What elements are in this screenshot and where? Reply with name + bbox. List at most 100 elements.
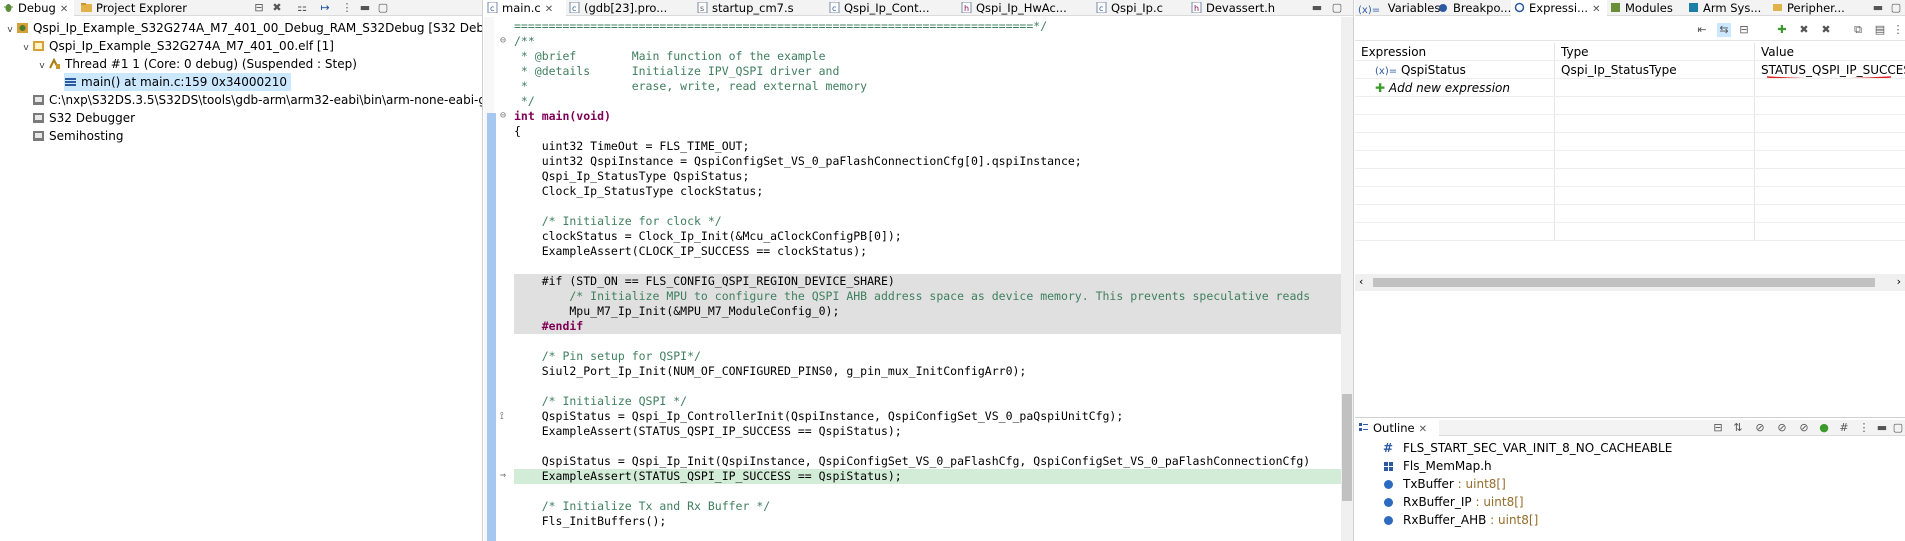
add-expression-cell[interactable]: ✚ Add new expression (1355, 79, 1555, 96)
collapse-all-icon[interactable]: ⊟ (1711, 421, 1725, 435)
tab-qspi-ip-hwac[interactable]: h Qspi_Ip_HwAc... (958, 0, 1093, 16)
c-file-icon: c (487, 2, 498, 13)
step-filters-icon[interactable]: ⚏ (295, 1, 309, 15)
table-row-add[interactable]: ✚ Add new expression (1355, 79, 1905, 97)
hide-static-icon[interactable]: ⊘ (1775, 421, 1789, 435)
remove-icon[interactable]: ✖ (1797, 23, 1811, 37)
tab-devassert[interactable]: h Devassert.h (1188, 0, 1303, 16)
maximize-icon[interactable]: ▢ (1330, 1, 1344, 15)
value-cell[interactable]: STATUS_QSPI_IP_SUCCESS (1755, 61, 1905, 78)
outline-item[interactable]: RxBuffer_AHB : uint8[] (1355, 511, 1905, 529)
maximize-icon[interactable]: ▢ (376, 1, 390, 15)
close-icon[interactable]: ✕ (545, 4, 553, 15)
tab-project-explorer[interactable]: Project Explorer (78, 0, 193, 16)
tab-peripherals[interactable]: Peripher... (1769, 0, 1865, 16)
layout-icon[interactable]: ▤ (1873, 23, 1887, 37)
tab-gdb[interactable]: c (gdb[23].pro... (566, 0, 694, 16)
sort-icon[interactable]: ⇅ (1731, 421, 1745, 435)
tab-label: Debug (18, 1, 56, 15)
minimize-icon[interactable]: ▬ (1875, 421, 1889, 435)
red-underline-annotation (1766, 76, 1892, 78)
outline-item[interactable]: # FLS_START_SEC_VAR_INIT_8_NO_CACHEABLE (1355, 439, 1905, 457)
close-icon[interactable]: ✕ (1419, 424, 1427, 435)
fold-collapse-icon[interactable]: ⊖ (500, 111, 510, 121)
scrollbar-thumb[interactable] (1342, 394, 1352, 501)
process-icon (33, 95, 44, 105)
minimize-icon[interactable]: ▬ (1871, 1, 1885, 15)
show-logical-icon[interactable]: ⇆ (1717, 23, 1731, 37)
code-editor: c main.c ✕ c (gdb[23].pro... s startup_cm7.s c Q… (484, 0, 1354, 541)
tab-expressions[interactable]: Expressi... ✕ (1511, 0, 1607, 16)
column-header-type[interactable]: Type (1555, 43, 1755, 60)
include-icon (1384, 462, 1393, 471)
tree-item-label: Semihosting (49, 129, 124, 143)
outline-item-text: RxBuffer_AHB : uint8[] (1403, 511, 1538, 529)
tab-modules[interactable]: Modules (1607, 0, 1685, 16)
collapse-all-icon[interactable]: ⊟ (252, 1, 266, 15)
tab-arm-system[interactable]: Arm Sys... (1685, 0, 1769, 16)
table-row[interactable]: (x)= QspiStatus Qspi_Ip_StatusType STATU… (1355, 61, 1905, 79)
tree-item[interactable]: v Thread #1 1 (Core: 0 debug) (Suspended … (0, 55, 482, 73)
tab-main-c[interactable]: c main.c ✕ (484, 0, 566, 16)
scroll-left-icon[interactable]: ‹ (1359, 275, 1363, 288)
close-icon[interactable]: ✕ (1592, 4, 1600, 15)
code-line: Fls_InitBuffers(); (514, 514, 667, 528)
outline-item[interactable]: RxBuffer_IP : uint8[] (1355, 493, 1905, 511)
maximize-icon[interactable]: ▢ (1891, 421, 1905, 435)
remove-terminated-icon[interactable]: ✖ (270, 1, 284, 15)
hide-fields-icon[interactable]: ⊘ (1753, 421, 1767, 435)
view-menu-icon[interactable]: ⋮ (1891, 23, 1905, 37)
minimize-icon[interactable]: ▬ (358, 1, 372, 15)
tree-item[interactable]: S32 Debugger (0, 109, 482, 127)
tree-item[interactable]: v Qspi_Ip_Example_S32G274A_M7_401_00.elf … (0, 37, 482, 55)
maximize-icon[interactable]: ▢ (1889, 1, 1903, 15)
view-menu-icon[interactable]: ⋮ (340, 1, 354, 15)
filter-icon[interactable]: ● (1817, 421, 1831, 435)
close-icon[interactable]: ✕ (60, 4, 68, 15)
tab-debug[interactable]: Debug ✕ (0, 0, 75, 16)
tab-label: Qspi_Ip_Cont... (844, 1, 930, 15)
editor-vertical-scrollbar[interactable] (1341, 17, 1353, 541)
outline-item-label: Fls_MemMap.h (1403, 459, 1492, 473)
debug-view: Debug ✕ Project Explorer ⊟ ✖ ⚏ ↦ ⋮ ▬ ▢ vQ… (0, 0, 483, 541)
tree-item[interactable]: v Qspi_Ip_Example_S32G274A_M7_401_00_Debu… (0, 19, 482, 37)
view-menu-icon[interactable]: ⋮ (1857, 421, 1871, 435)
outline-item[interactable]: TxBuffer : uint8[] (1355, 475, 1905, 493)
column-header-expression[interactable]: Expression (1355, 43, 1555, 60)
new-window-icon[interactable]: ⧉ (1851, 23, 1865, 37)
tree-item[interactable]: Semihosting (0, 127, 482, 145)
collapse-all-icon[interactable]: ⊟ (1737, 23, 1751, 37)
type-names-icon[interactable]: ⇤ (1695, 23, 1709, 37)
scrollbar-thumb[interactable] (1373, 278, 1875, 287)
breakpoint-icon (1439, 4, 1447, 12)
add-expression-icon[interactable]: ✚ (1775, 23, 1789, 37)
tab-startup-cm7[interactable]: s startup_cm7.s (694, 0, 826, 16)
code-line-inactive: /* Initialize MPU to configure the QSPI … (514, 289, 1341, 304)
variable-icon (1384, 516, 1393, 525)
expressions-horizontal-scrollbar[interactable]: ‹ › (1355, 274, 1905, 291)
remove-all-icon[interactable]: ✖ (1819, 23, 1833, 37)
code-area[interactable]: ⊖ ⊖ ⟟ ⇒ ================================… (484, 17, 1353, 541)
c-file-icon: c (1096, 2, 1107, 13)
outline-item[interactable]: Fls_MemMap.h (1355, 457, 1905, 475)
tree-item-stack-frame[interactable]: main() at main.c:159 0x34000210 (0, 73, 482, 91)
hide-nonpublic-icon[interactable]: ⊘ (1797, 421, 1811, 435)
tree-item[interactable]: C:\nxp\S32DS.3.5\S32DS\tools\gdb-arm\arm… (0, 91, 482, 109)
tab-outline[interactable]: Outline ✕ (1355, 420, 1439, 436)
bookmark-icon: ⟟ (500, 411, 504, 422)
column-header-value[interactable]: Value (1755, 43, 1905, 60)
outline-item-label: RxBuffer_AHB (1403, 513, 1487, 527)
tree-item-label: Qspi_Ip_Example_S32G274A_M7_401_00.elf [… (49, 39, 334, 53)
fold-collapse-icon[interactable]: ⊖ (500, 36, 510, 46)
type-cell: Qspi_Ip_StatusType (1555, 61, 1755, 78)
scroll-right-icon[interactable]: › (1897, 275, 1901, 288)
minimize-icon[interactable]: ▬ (1310, 1, 1324, 15)
tab-variables[interactable]: (x)= Variables (1355, 0, 1440, 16)
hash-icon[interactable]: # (1837, 421, 1851, 435)
step-into-icon[interactable]: ↦ (318, 1, 332, 15)
tab-breakpoints[interactable]: Breakpo... (1435, 0, 1511, 16)
code-line-current: ExampleAssert(STATUS_QSPI_IP_SUCCESS == … (514, 469, 1341, 484)
tab-qspi-ip-c[interactable]: c Qspi_Ip.c (1093, 0, 1188, 16)
expression-detail-pane[interactable] (1355, 292, 1905, 418)
tab-qspi-ip-cont[interactable]: c Qspi_Ip_Cont... (826, 0, 958, 16)
